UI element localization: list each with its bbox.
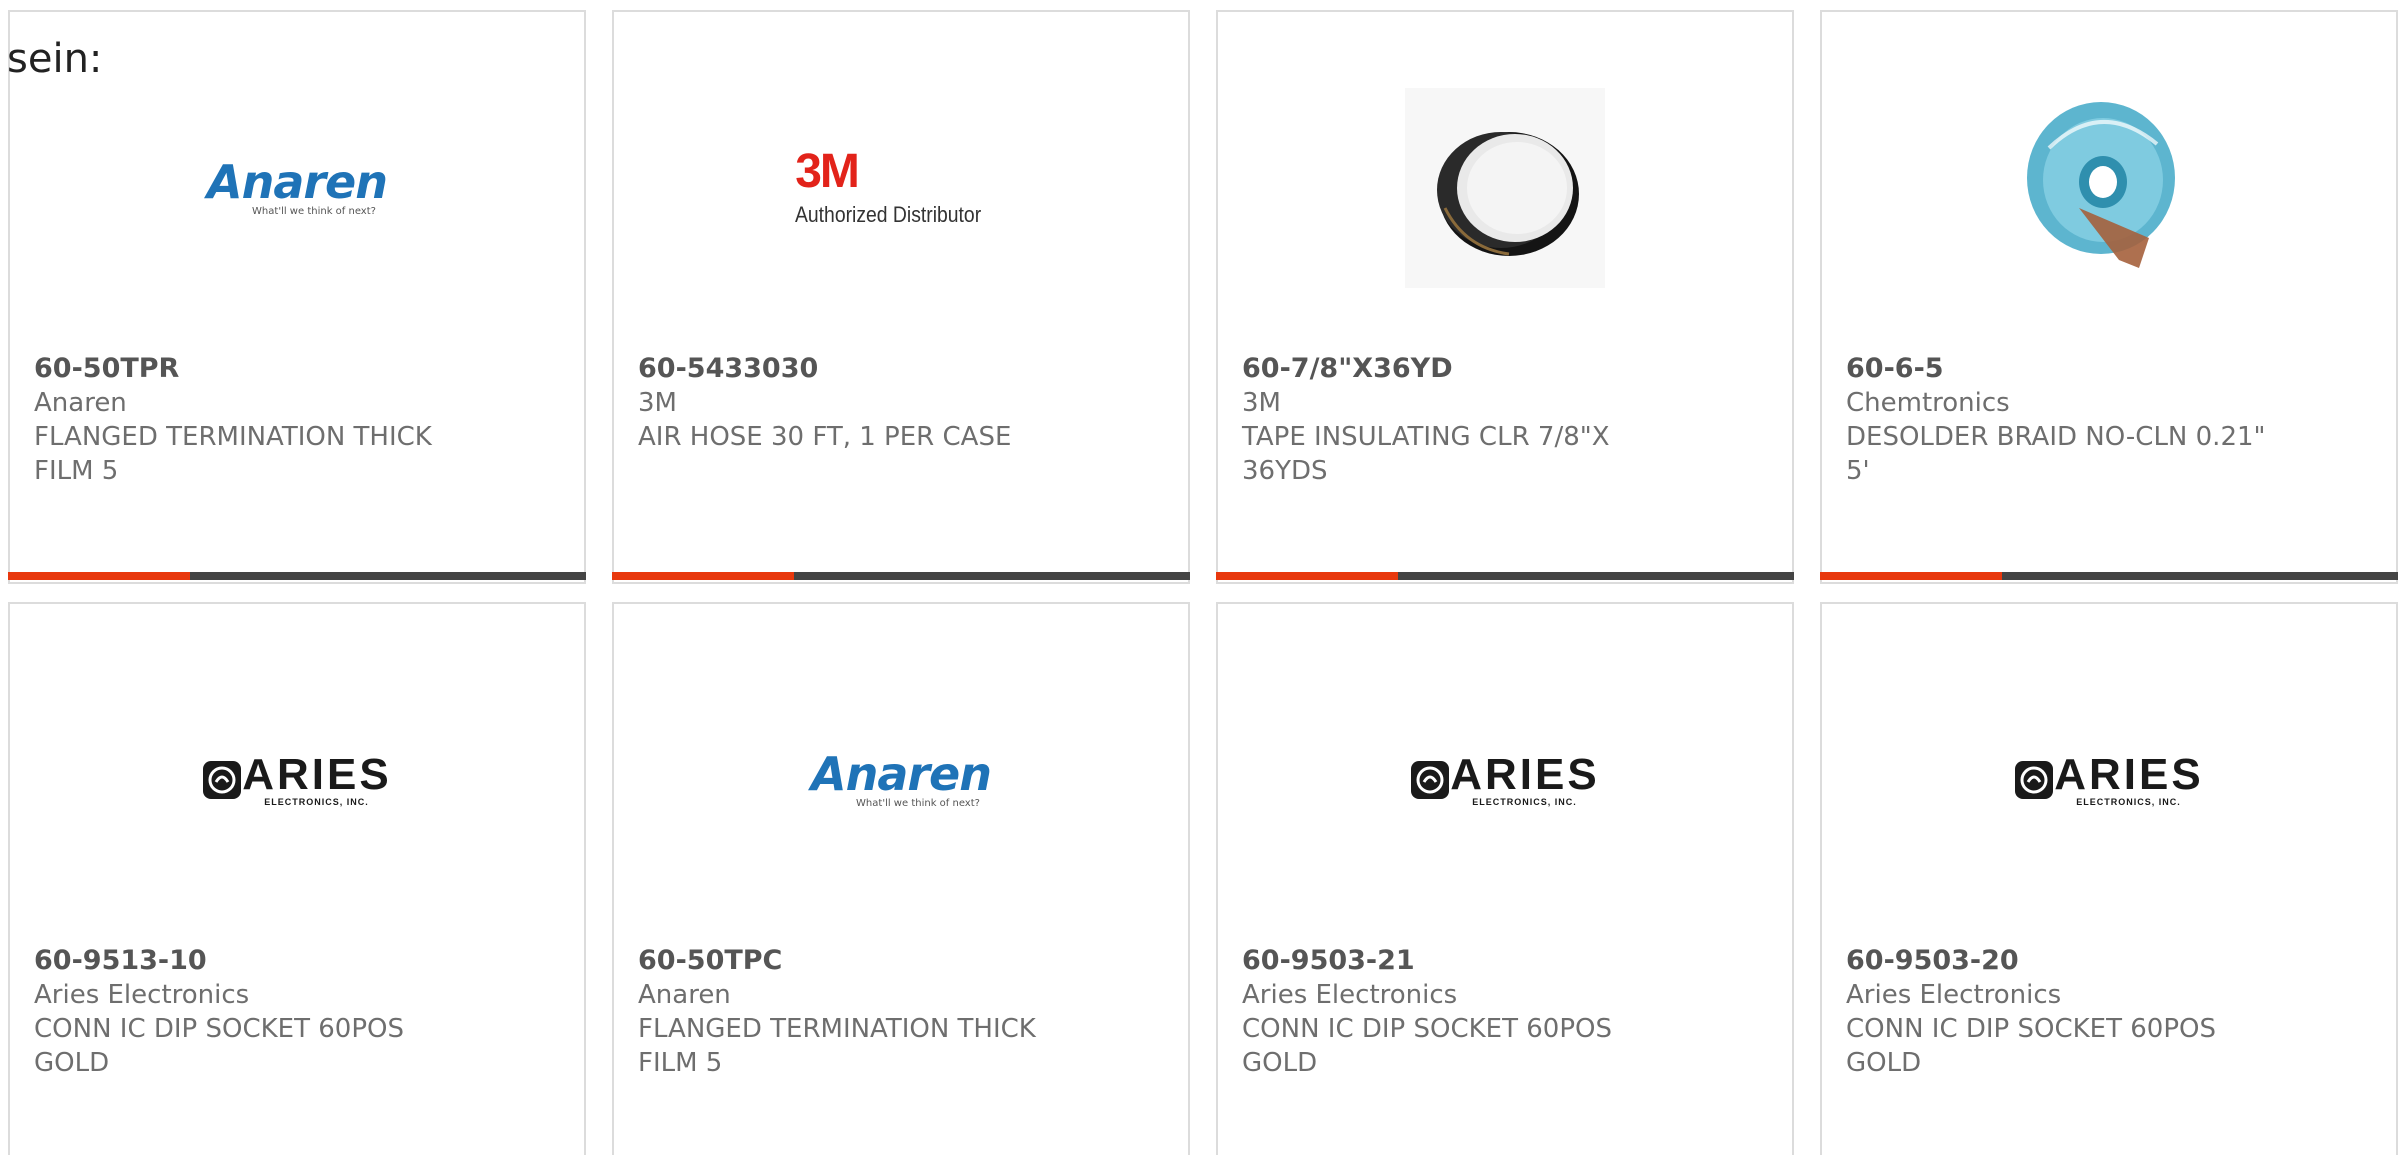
aries-logo: ARIES ELECTRONICS, INC.: [202, 753, 391, 807]
product-info: 60-7/8"X36YD 3M TAPE INSULATING CLR 7/8"…: [1242, 352, 1768, 488]
product-grid: Anaren What'll we think of next? 60-50TP…: [8, 10, 2400, 1155]
part-number-link[interactable]: 60-50TPC: [638, 944, 1164, 978]
product-description: CONN IC DIP SOCKET 60POS GOLD: [34, 1014, 404, 1078]
product-card[interactable]: 60-7/8"X36YD 3M TAPE INSULATING CLR 7/8"…: [1216, 10, 1794, 584]
product-description: TAPE INSULATING CLR 7/8"X 36YDS: [1242, 422, 1610, 486]
part-number-link[interactable]: 60-50TPR: [34, 352, 560, 386]
intro-text: sein:: [7, 36, 103, 82]
card-accent-bar: [1820, 572, 2002, 580]
product-card[interactable]: ARIES ELECTRONICS, INC. 60-9513-10 Aries…: [8, 602, 586, 1155]
manufacturer-name: Aries Electronics: [1846, 980, 2062, 1010]
card-accent-bar: [8, 572, 190, 580]
manufacturer-logo[interactable]: Anaren What'll we think of next?: [10, 78, 584, 298]
aries-emblem-icon: [2015, 761, 2054, 799]
product-info: 60-6-5 Chemtronics DESOLDER BRAID NO-CLN…: [1846, 352, 2372, 488]
product-info: 60-9503-20 Aries Electronics CONN IC DIP…: [1846, 944, 2372, 1080]
part-number-link[interactable]: 60-9513-10: [34, 944, 560, 978]
product-info: 60-50TPC Anaren FLANGED TERMINATION THIC…: [638, 944, 1164, 1080]
product-info: 60-9513-10 Aries Electronics CONN IC DIP…: [34, 944, 560, 1080]
product-card[interactable]: ARIES ELECTRONICS, INC. 60-9503-21 Aries…: [1216, 602, 1794, 1155]
product-info: 60-50TPR Anaren FLANGED TERMINATION THIC…: [34, 352, 560, 488]
manufacturer-name: Aries Electronics: [1242, 980, 1458, 1010]
product-card[interactable]: 3M Authorized Distributor 60-5433030 3M …: [612, 10, 1190, 584]
part-number-link[interactable]: 60-7/8"X36YD: [1242, 352, 1768, 386]
manufacturer-logo[interactable]: ARIES ELECTRONICS, INC.: [1822, 670, 2396, 890]
manufacturer-name: Anaren: [638, 980, 731, 1010]
part-number-link[interactable]: 60-9503-21: [1242, 944, 1768, 978]
product-card[interactable]: Anaren What'll we think of next? 60-50TP…: [612, 602, 1190, 1155]
desolder-braid-image: [2009, 88, 2209, 288]
card-bottom-bar: [1820, 572, 2398, 580]
aries-emblem-icon: [1411, 761, 1450, 799]
part-number-link[interactable]: 60-5433030: [638, 352, 1164, 386]
manufacturer-name: Anaren: [34, 388, 127, 418]
product-description: FLANGED TERMINATION THICK FILM 5: [34, 422, 432, 486]
manufacturer-name: 3M: [1242, 388, 1281, 418]
product-card[interactable]: Anaren What'll we think of next? 60-50TP…: [8, 10, 586, 584]
card-bottom-bar: [612, 572, 1190, 580]
product-description: AIR HOSE 30 FT, 1 PER CASE: [638, 422, 1012, 452]
manufacturer-name: Aries Electronics: [34, 980, 250, 1010]
anaren-logo: Anaren What'll we think of next?: [810, 747, 992, 809]
card-accent-bar: [612, 572, 794, 580]
card-bottom-bar: [1216, 572, 1794, 580]
tape-roll-image: [1405, 88, 1605, 288]
product-card[interactable]: 60-6-5 Chemtronics DESOLDER BRAID NO-CLN…: [1820, 10, 2398, 584]
product-image[interactable]: [1218, 78, 1792, 298]
aries-logo: ARIES ELECTRONICS, INC.: [2014, 753, 2203, 807]
product-description: DESOLDER BRAID NO-CLN 0.21" 5': [1846, 422, 2266, 486]
aries-logo: ARIES ELECTRONICS, INC.: [1410, 753, 1599, 807]
3m-logo: 3M Authorized Distributor: [795, 145, 982, 228]
manufacturer-logo[interactable]: ARIES ELECTRONICS, INC.: [1218, 670, 1792, 890]
product-info: 60-5433030 3M AIR HOSE 30 FT, 1 PER CASE: [638, 352, 1164, 454]
card-bottom-bar: [8, 572, 586, 580]
manufacturer-logo[interactable]: Anaren What'll we think of next?: [614, 670, 1188, 890]
product-card[interactable]: ARIES ELECTRONICS, INC. 60-9503-20 Aries…: [1820, 602, 2398, 1155]
product-description: CONN IC DIP SOCKET 60POS GOLD: [1846, 1014, 2216, 1078]
product-description: CONN IC DIP SOCKET 60POS GOLD: [1242, 1014, 1612, 1078]
anaren-logo: Anaren What'll we think of next?: [206, 155, 388, 217]
manufacturer-name: 3M: [638, 388, 677, 418]
manufacturer-name: Chemtronics: [1846, 388, 2010, 418]
product-info: 60-9503-21 Aries Electronics CONN IC DIP…: [1242, 944, 1768, 1080]
part-number-link[interactable]: 60-9503-20: [1846, 944, 2372, 978]
manufacturer-logo[interactable]: ARIES ELECTRONICS, INC.: [10, 670, 584, 890]
part-number-link[interactable]: 60-6-5: [1846, 352, 2372, 386]
card-accent-bar: [1216, 572, 1398, 580]
manufacturer-logo[interactable]: 3M Authorized Distributor: [614, 78, 1188, 298]
product-image[interactable]: [1822, 78, 2396, 298]
aries-emblem-icon: [203, 761, 242, 799]
product-description: FLANGED TERMINATION THICK FILM 5: [638, 1014, 1036, 1078]
